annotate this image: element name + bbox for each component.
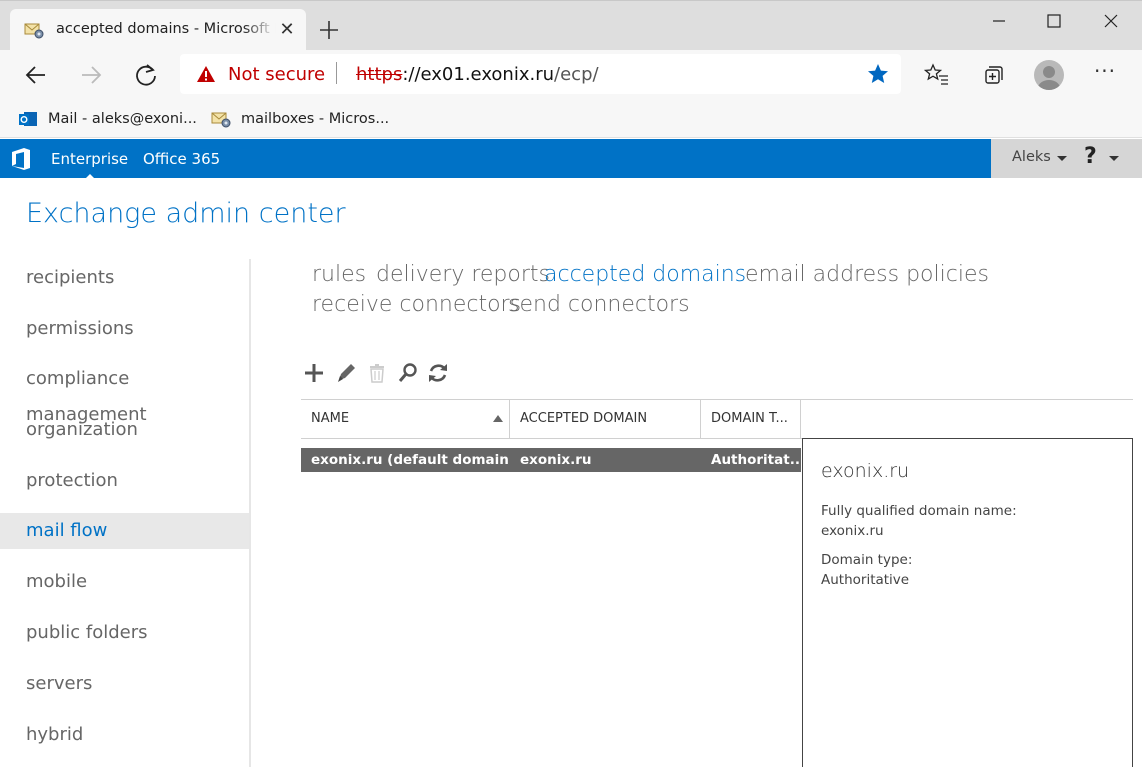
left-nav-protection[interactable]: protection: [0, 463, 250, 499]
tab-accepted-domains[interactable]: accepted domains: [544, 262, 746, 287]
browser-tab[interactable]: accepted domains - Microsoft Exchange ✕: [10, 9, 306, 51]
sort-ascending-icon[interactable]: [493, 415, 503, 422]
add-icon[interactable]: [303, 362, 325, 384]
favorites-bar: Mail - aleks@exoni... mailboxes - Micros…: [0, 100, 1142, 138]
url-text[interactable]: https://ex01.exonix.ru/ecp/: [356, 64, 599, 85]
details-pane: exonix.ru Fully qualified domain name: e…: [802, 438, 1133, 767]
favorite-star-icon[interactable]: [867, 63, 889, 85]
maximize-icon[interactable]: [1031, 1, 1077, 41]
profile-icon: [1038, 66, 1060, 90]
exchange-favicon-icon: [24, 23, 44, 39]
page-title: Exchange admin center: [26, 198, 346, 229]
back-icon[interactable]: [23, 62, 49, 88]
cell-accepted-domain: exonix.ru: [520, 452, 592, 468]
search-icon[interactable]: [397, 362, 419, 384]
help-icon[interactable]: ?: [1084, 144, 1097, 169]
address-separator: [336, 62, 337, 84]
cell-name: exonix.ru (default domain): [311, 452, 510, 468]
url-scheme: https: [356, 64, 403, 85]
forward-icon[interactable]: [78, 62, 104, 88]
tab-rules[interactable]: rules: [312, 262, 366, 287]
grid-header: NAME ACCEPTED DOMAIN DOMAIN T...: [301, 399, 1133, 439]
minimize-icon[interactable]: [976, 1, 1022, 41]
favorite-mailboxes-label: mailboxes - Micros...: [241, 111, 390, 127]
window-close-icon[interactable]: [1088, 1, 1134, 41]
new-tab-icon[interactable]: [318, 19, 340, 41]
details-fqdn-value: exonix.ru: [821, 523, 884, 539]
table-row[interactable]: exonix.ru (default domain) exonix.ru Aut…: [301, 448, 801, 472]
user-menu-chevron-down-icon[interactable]: [1057, 156, 1067, 161]
left-nav-recipients[interactable]: recipients: [0, 260, 250, 296]
tab-delivery-reports[interactable]: delivery reports: [376, 262, 550, 287]
nav-office365[interactable]: Office 365: [143, 150, 220, 168]
details-type-label: Domain type:: [821, 552, 913, 568]
column-header-name-label: NAME: [311, 411, 350, 426]
favorite-mailboxes[interactable]: mailboxes - Micros...: [211, 107, 389, 131]
tab-close-icon[interactable]: ✕: [278, 21, 296, 39]
tab-receive-connectors[interactable]: receive connectors: [312, 292, 521, 317]
left-nav-mobile[interactable]: mobile: [0, 564, 250, 600]
left-nav-permissions[interactable]: permissions: [0, 311, 250, 347]
reload-icon[interactable]: [133, 62, 159, 88]
refresh-icon[interactable]: [427, 362, 449, 384]
cell-domain-type: Authoritat...: [711, 452, 801, 468]
favorite-mail-label: Mail - aleks@exoni...: [48, 111, 197, 127]
exchange-favicon-icon: [211, 112, 231, 128]
user-menu-area: Aleks ?: [991, 139, 1142, 178]
url-path: /ecp/: [554, 64, 599, 85]
delete-icon[interactable]: [366, 362, 388, 384]
details-fqdn-label: Fully qualified domain name:: [821, 503, 1017, 519]
not-secure-label[interactable]: Not secure: [228, 64, 325, 85]
left-nav-servers[interactable]: servers: [0, 666, 250, 702]
details-title: exonix.ru: [821, 460, 910, 482]
address-bar[interactable]: Not secure https://ex01.exonix.ru/ecp/: [180, 54, 901, 94]
edit-icon[interactable]: [335, 362, 357, 384]
nav-enterprise[interactable]: Enterprise: [51, 150, 128, 179]
favorite-mail[interactable]: Mail - aleks@exoni...: [18, 107, 197, 131]
nav-divider: [249, 259, 251, 767]
left-nav-organization[interactable]: organization: [0, 412, 250, 448]
left-nav-mail-flow[interactable]: mail flow: [0, 513, 250, 549]
help-chevron-down-icon[interactable]: [1109, 156, 1119, 161]
outlook-icon: [19, 112, 37, 126]
ecp-top-bar: Enterprise Office 365 Aleks ?: [0, 139, 1142, 179]
collections-icon[interactable]: [980, 62, 1006, 88]
tab-email-address-policies[interactable]: email address policies: [745, 262, 989, 287]
details-type-value: Authoritative: [821, 572, 910, 588]
tab-send-connectors[interactable]: send connectors: [508, 292, 690, 317]
more-options-icon[interactable]: ···: [1092, 61, 1118, 88]
tab-title: accepted domains - Microsoft Exchange: [56, 21, 276, 37]
browser-tab-strip: accepted domains - Microsoft Exchange ✕: [0, 0, 1142, 51]
warning-icon[interactable]: [196, 65, 216, 83]
user-menu[interactable]: Aleks: [1012, 149, 1051, 165]
left-nav-hybrid[interactable]: hybrid: [0, 717, 250, 753]
column-header-domain-type[interactable]: DOMAIN T...: [701, 400, 801, 438]
profile-avatar[interactable]: [1034, 60, 1064, 90]
favorites-list-icon[interactable]: [924, 62, 950, 88]
left-nav-compliance-management[interactable]: compliance management: [0, 361, 250, 425]
browser-toolbar: Not secure https://ex01.exonix.ru/ecp/ ·…: [0, 50, 1142, 100]
office-logo-icon[interactable]: [10, 147, 32, 171]
url-host: ://ex01.exonix.ru: [402, 64, 555, 85]
left-nav-public-folders[interactable]: public folders: [0, 615, 250, 651]
column-header-name[interactable]: NAME: [301, 400, 510, 438]
column-header-accepted-domain[interactable]: ACCEPTED DOMAIN: [510, 400, 701, 438]
